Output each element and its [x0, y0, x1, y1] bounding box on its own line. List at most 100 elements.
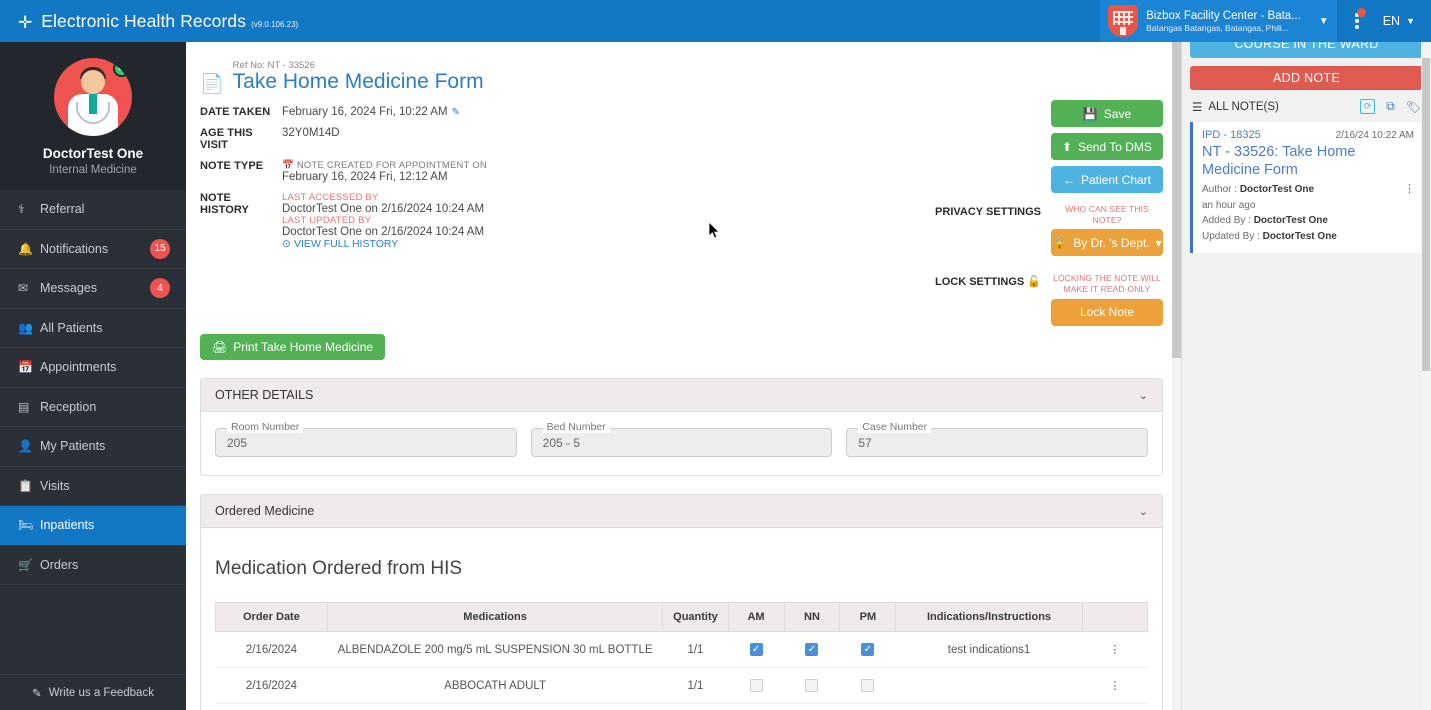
- verified-badge-icon: ✔: [113, 60, 130, 77]
- table-header-row: Order Date Medications Quantity AM NN PM…: [216, 603, 1148, 632]
- clock-icon: ⊙: [282, 238, 291, 250]
- notes-scrollbar-thumb[interactable]: [1422, 58, 1430, 371]
- last-accessed-caption: LAST ACCESSED BY: [282, 192, 484, 203]
- sidebar-item-reception[interactable]: ▤ Reception: [0, 388, 186, 428]
- app-version: (v9.0.106.23): [251, 20, 298, 29]
- ordered-medicine-header[interactable]: Ordered Medicine ⌄: [201, 495, 1162, 528]
- tag-icon[interactable]: 🏷: [1406, 100, 1421, 114]
- patient-chart-button[interactable]: ← Patient Chart: [1051, 166, 1163, 193]
- send-to-dms-button[interactable]: ⬆ Send To DMS: [1051, 133, 1163, 160]
- more-menu-button[interactable]: [1337, 0, 1377, 42]
- all-notes-label: ALL NOTE(S): [1208, 101, 1279, 113]
- sidebar-item-label: All Patients: [40, 321, 103, 335]
- print-take-home-medicine-button[interactable]: 🖨 Print Take Home Medicine: [200, 334, 385, 360]
- privacy-dropdown-button[interactable]: 🔒 By Dr. 's Dept. ▾: [1051, 229, 1163, 256]
- nn-checkbox[interactable]: ✓: [805, 643, 818, 656]
- note-title[interactable]: NT - 33526: Take Home Medicine Form: [1202, 143, 1414, 179]
- arrow-left-icon: ←: [1063, 173, 1075, 187]
- cell-indications: [896, 668, 1082, 704]
- sidebar-item-my-patients[interactable]: 👤 My Patients: [0, 427, 186, 467]
- sidebar-item-orders[interactable]: 🛒 Orders: [0, 546, 186, 586]
- sidebar-item-messages[interactable]: ✉ Messages 4: [0, 269, 186, 309]
- ordered-medicine-body: Medication Ordered from HIS Order Date M…: [201, 528, 1162, 710]
- language-selector[interactable]: EN ▼: [1377, 14, 1431, 28]
- other-details-header[interactable]: OTHER DETAILS ⌄: [201, 379, 1162, 412]
- notes-scrollbar-track[interactable]: [1421, 42, 1431, 710]
- last-updated-caption: LAST UPDATED BY: [282, 215, 484, 226]
- sidebar-item-all-patients[interactable]: 👥 All Patients: [0, 309, 186, 349]
- date-taken-text: February 16, 2024 Fri, 10:22 AM: [282, 106, 448, 118]
- chevron-down-icon: ⌄: [1139, 505, 1148, 518]
- user-icon: 👤: [18, 439, 40, 453]
- main-scrollbar-thumb[interactable]: [1172, 42, 1181, 358]
- form-header: 📄 Ref No: NT - 33526 Take Home Medicine …: [200, 60, 1163, 96]
- am-checkbox[interactable]: ✓: [750, 643, 763, 656]
- main-content: 📄 Ref No: NT - 33526 Take Home Medicine …: [186, 42, 1181, 710]
- calendar-icon: 📅: [18, 360, 40, 374]
- unlock-icon: 🔓: [1027, 276, 1041, 288]
- main-scrollbar-track[interactable]: [1172, 42, 1181, 710]
- envelope-icon: ✉: [18, 281, 40, 295]
- facility-name: Bizbox Facility Center - Bata...: [1146, 9, 1301, 23]
- other-details-fields: Room Number 205 Bed Number 205 - 5 Case …: [215, 428, 1148, 457]
- am-checkbox[interactable]: [750, 679, 763, 692]
- note-type-value: 📅 NOTE CREATED FOR APPOINTMENT ON Februa…: [282, 160, 487, 183]
- app-brand: ✛ Electronic Health Records (v9.0.106.23…: [0, 11, 298, 32]
- sidebar-item-notifications[interactable]: 🔔 Notifications 15: [0, 230, 186, 270]
- cell-actions: ⋮: [1082, 668, 1147, 704]
- copy-icon[interactable]: ⧉: [1386, 99, 1395, 114]
- notes-panel: COURSE IN THE WARD ADD NOTE ☰ ALL NOTE(S…: [1181, 42, 1431, 710]
- cell-indications: test indications1: [896, 632, 1082, 668]
- privacy-settings-row: PRIVACY SETTINGS WHO CAN SEE THIS NOTE? …: [933, 204, 1163, 262]
- refresh-icon[interactable]: ⟳: [1360, 99, 1375, 114]
- lock-note-button[interactable]: Lock Note: [1051, 299, 1163, 326]
- patient-chart-label: Patient Chart: [1081, 173, 1151, 187]
- users-icon: 👥: [18, 321, 40, 335]
- sidebar-item-label: Messages: [40, 281, 97, 295]
- course-in-the-ward-button[interactable]: COURSE IN THE WARD: [1190, 42, 1423, 58]
- view-full-history-label: VIEW FULL HISTORY: [294, 238, 398, 250]
- room-number-label: Room Number: [227, 421, 303, 433]
- note-menu-icon[interactable]: ⋮: [1404, 182, 1415, 195]
- other-details-panel: OTHER DETAILS ⌄ Room Number 205 Bed Numb…: [200, 378, 1163, 476]
- sidebar-item-visits[interactable]: 📋 Visits: [0, 467, 186, 507]
- sidebar-item-label: Orders: [40, 558, 78, 572]
- sidebar-item-label: Inpatients: [40, 518, 94, 532]
- save-button[interactable]: 💾 Save: [1051, 100, 1163, 127]
- sidebar-item-label: Referral: [40, 202, 84, 216]
- cell-am: [728, 668, 784, 704]
- column-nn: NN: [784, 603, 840, 632]
- column-quantity: Quantity: [663, 603, 728, 632]
- save-icon: 💾: [1083, 107, 1098, 121]
- add-note-button[interactable]: ADD NOTE: [1190, 66, 1423, 90]
- sidebar-item-label: Reception: [40, 400, 96, 414]
- facility-selector[interactable]: Bizbox Facility Center - Bata... Batanga…: [1100, 0, 1337, 42]
- profile-role: Internal Medicine: [0, 164, 186, 176]
- list-item[interactable]: IPD - 18325 2/16/24 10:22 AM NT - 33526:…: [1190, 122, 1423, 253]
- list-icon: ☰: [1192, 100, 1202, 114]
- note-added-label: Added By :: [1202, 215, 1251, 226]
- desk-icon: ▤: [18, 400, 40, 414]
- note-timestamp: 2/16/24 10:22 AM: [1336, 130, 1414, 141]
- sidebar-item-referral[interactable]: ⚕ Referral: [0, 190, 186, 230]
- sidebar-item-label: Appointments: [40, 360, 116, 374]
- note-updated-by: DoctorTest One: [1263, 231, 1337, 242]
- notification-dot: [1357, 8, 1366, 17]
- page-title: Take Home Medicine Form: [233, 70, 484, 94]
- nn-checkbox[interactable]: [805, 679, 818, 692]
- feedback-link[interactable]: ✎ Write us a Feedback: [0, 674, 186, 710]
- case-number-label: Case Number: [858, 421, 931, 433]
- note-history-label: NOTE HISTORY: [200, 192, 282, 250]
- row-menu-icon[interactable]: ⋮: [1109, 680, 1120, 692]
- bell-icon: 🔔: [18, 242, 40, 256]
- cell-order-date: 2/16/2024: [216, 632, 328, 668]
- upload-icon: ⬆: [1062, 140, 1072, 154]
- sidebar-item-inpatients[interactable]: 🛏 Inpatients: [0, 506, 186, 546]
- pm-checkbox[interactable]: ✓: [861, 643, 874, 656]
- other-details-body: Room Number 205 Bed Number 205 - 5 Case …: [201, 412, 1162, 475]
- sidebar-item-appointments[interactable]: 📅 Appointments: [0, 348, 186, 388]
- edit-icon[interactable]: ✎: [452, 107, 460, 118]
- view-full-history-link[interactable]: ⊙ VIEW FULL HISTORY: [282, 238, 484, 250]
- row-menu-icon[interactable]: ⋮: [1109, 644, 1120, 656]
- pm-checkbox[interactable]: [861, 679, 874, 692]
